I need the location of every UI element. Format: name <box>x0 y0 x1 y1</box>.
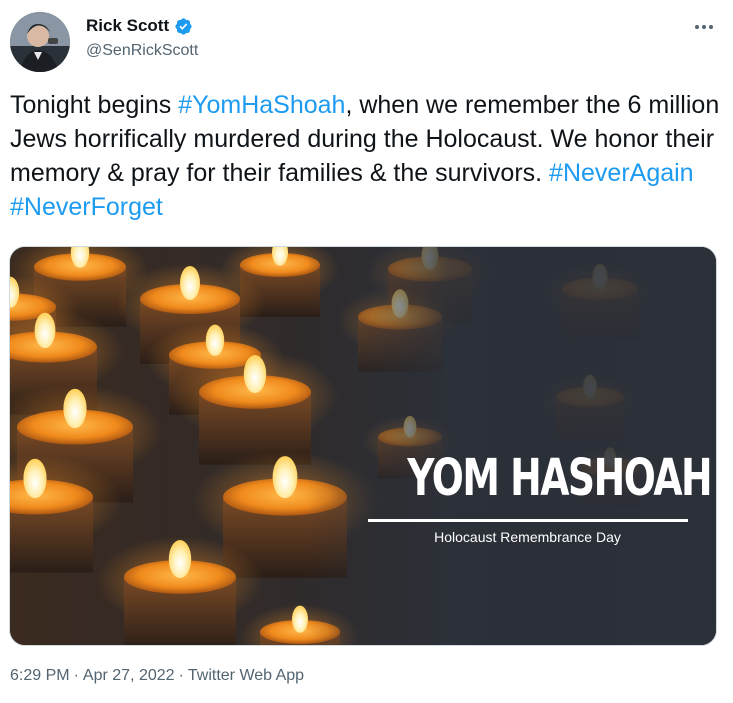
hashtag-yomhashoah[interactable]: #YomHaShoah <box>178 91 345 119</box>
tweet-meta: 6:29 PM · Apr 27, 2022 · Twitter Web App <box>10 667 304 685</box>
tweet-media-image[interactable]: YOM HASHOAH Holocaust Remembrance Day <box>9 246 717 646</box>
verified-badge-icon <box>175 17 192 35</box>
author-name-row: Rick Scott <box>86 16 193 36</box>
hashtag-neveragain[interactable]: #NeverAgain <box>549 159 694 187</box>
tweet-time[interactable]: 6:29 PM <box>10 667 70 684</box>
media-divider <box>368 519 688 522</box>
meta-separator: · <box>178 667 184 684</box>
candles-photo <box>10 247 716 645</box>
author-handle[interactable]: @SenRickScott <box>86 42 198 60</box>
meta-separator: · <box>73 667 79 684</box>
tweet-date[interactable]: Apr 27, 2022 <box>83 667 175 684</box>
more-options-icon[interactable] <box>691 14 717 40</box>
avatar[interactable] <box>10 12 70 72</box>
hashtag-neverforget[interactable]: #NeverForget <box>10 193 163 221</box>
tweet-text: Tonight begins #YomHaShoah, when we reme… <box>10 88 725 224</box>
media-title: YOM HASHOAH <box>407 449 712 508</box>
tweet-card: Rick Scott @SenRickScott Tonight begins … <box>0 0 733 703</box>
tweet-source: Twitter Web App <box>187 667 305 684</box>
media-subtitle: Holocaust Remembrance Day <box>434 529 621 545</box>
tweet-text-part: Tonight begins <box>10 91 179 119</box>
author-display-name[interactable]: Rick Scott <box>86 16 169 36</box>
